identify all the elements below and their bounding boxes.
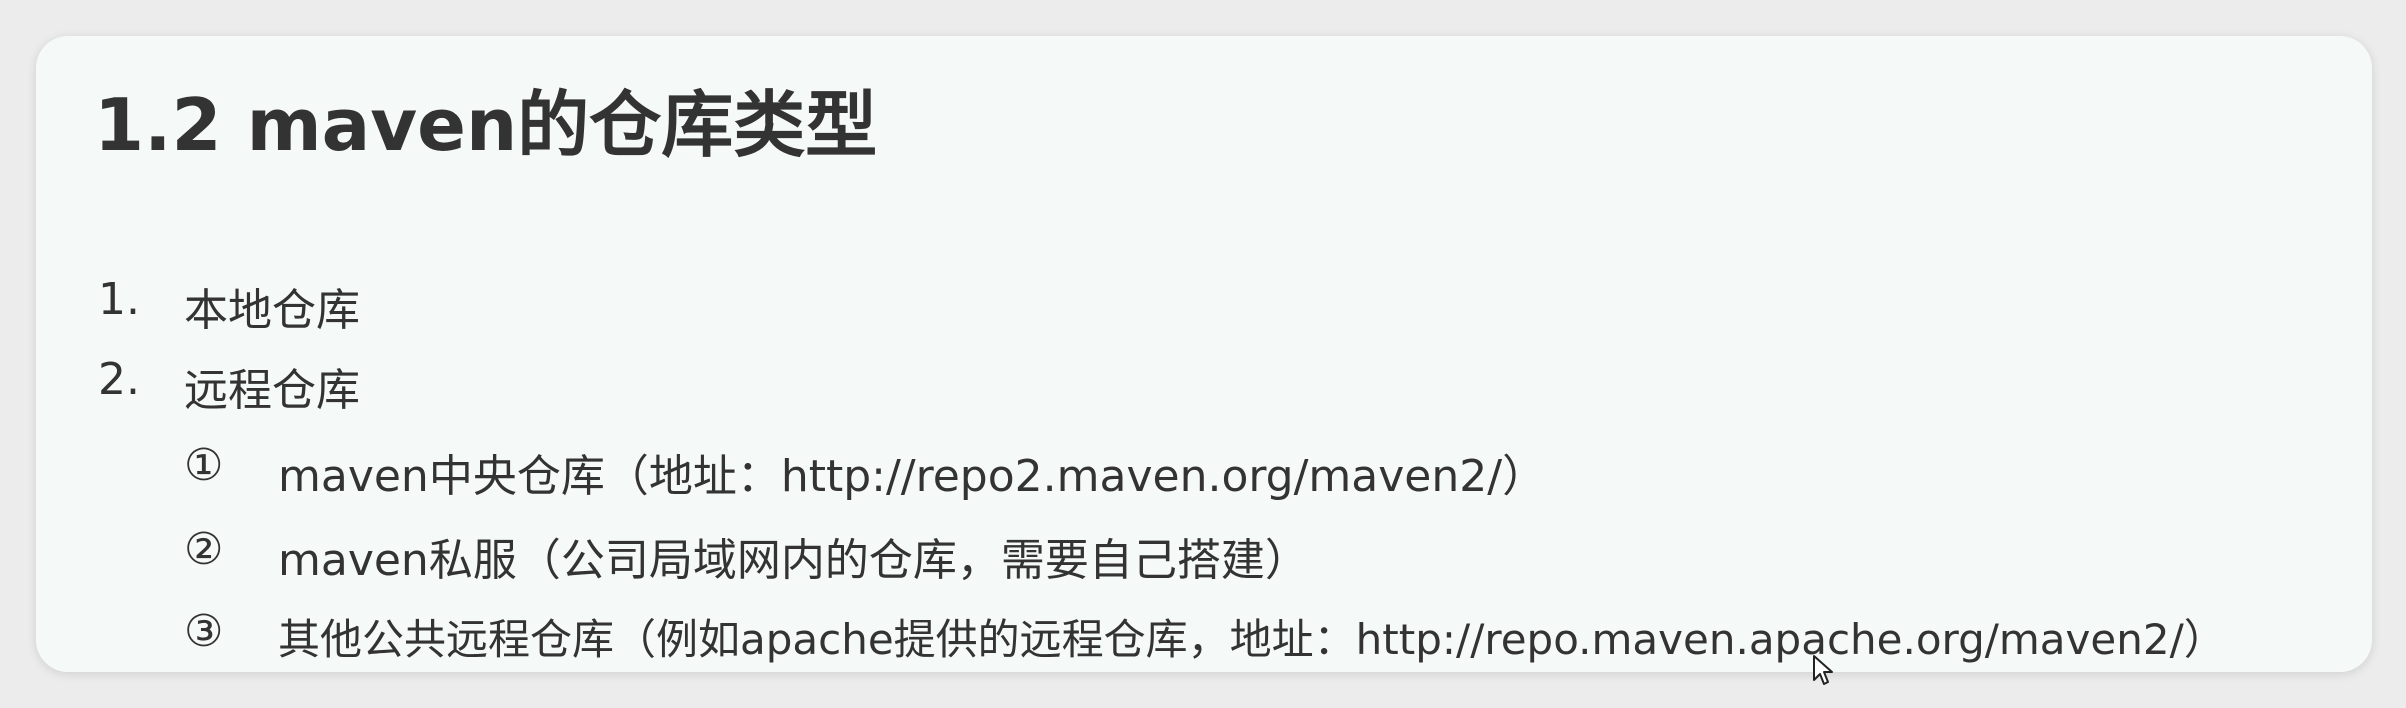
- list-marker: 2.: [98, 354, 140, 405]
- slide-title: 1.2 maven的仓库类型: [94, 83, 878, 167]
- list-marker: 1.: [98, 274, 140, 325]
- sublist-item-label: 其他公共远程仓库（例如apache提供的远程仓库，地址：http://repo.…: [278, 615, 2226, 664]
- sublist-marker: ②: [184, 524, 224, 575]
- mouse-pointer-icon: [1813, 655, 1833, 685]
- list-item-label: 远程仓库: [184, 365, 360, 416]
- sublist-marker: ①: [184, 440, 224, 491]
- list-item-label: 本地仓库: [184, 285, 360, 336]
- sublist-item-label: maven中央仓库（地址：http://repo2.maven.org/mave…: [278, 451, 1547, 502]
- sublist-marker: ③: [184, 606, 224, 657]
- sublist-item-label: maven私服（公司局域网内的仓库，需要自己搭建）: [278, 535, 1309, 586]
- slide-card: 1.2 maven的仓库类型 1. 本地仓库 2. 远程仓库 ① maven中央…: [36, 36, 2372, 672]
